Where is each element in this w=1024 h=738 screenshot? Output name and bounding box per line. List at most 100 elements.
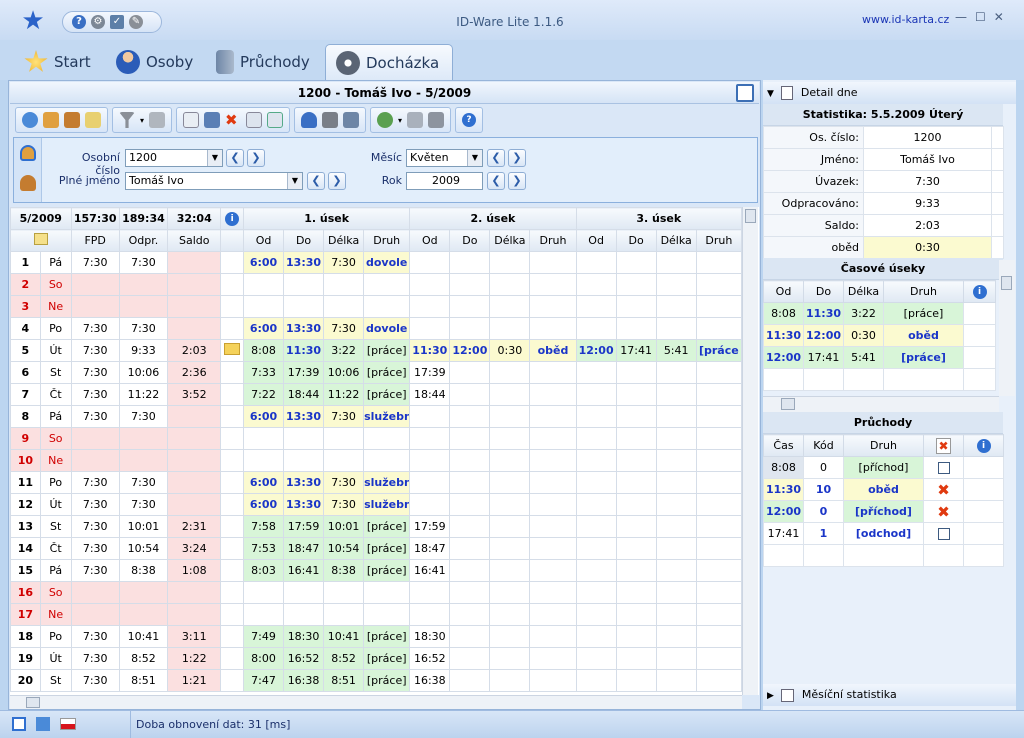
segment-cell[interactable] [615, 625, 657, 648]
segment-cell[interactable]: 18:30 [409, 625, 451, 648]
worked-cell[interactable] [118, 581, 169, 604]
saldo-cell[interactable] [167, 427, 222, 450]
segment-cell[interactable] [363, 295, 411, 318]
delete-icon[interactable]: ✖ [937, 481, 950, 499]
segment-cell[interactable] [323, 273, 365, 296]
segment-cell[interactable] [615, 405, 657, 428]
table-row[interactable]: 9 So [10, 427, 743, 450]
weekday-cell[interactable]: So [39, 273, 72, 296]
segment-cell[interactable]: 7:30 [323, 251, 365, 274]
star-app-icon[interactable]: ★ [18, 8, 48, 36]
table-row[interactable]: 1 Pá 7:30 7:30 6:00 13:30 7:30 dovole [10, 251, 743, 274]
saldo-cell[interactable] [167, 493, 222, 516]
personal-number-select[interactable]: 1200 ▼ [125, 149, 223, 167]
segment-row[interactable]: 8:08 11:30 3:22 [práce] [763, 302, 996, 325]
pass-row[interactable]: 12:00 0 [příchod] ✖ [763, 500, 1004, 523]
segment-cell[interactable] [489, 251, 531, 274]
saldo-cell[interactable] [167, 295, 222, 318]
saldo-cell[interactable] [167, 273, 222, 296]
saldo-cell[interactable]: 1:22 [167, 647, 222, 670]
info-header-cell[interactable]: i [963, 434, 1004, 457]
edit-icon[interactable] [183, 112, 200, 128]
fpd-cell[interactable] [70, 295, 120, 318]
day-number-cell[interactable]: 2 [10, 273, 41, 296]
segment-cell[interactable] [242, 427, 285, 450]
segment-cell[interactable] [489, 295, 531, 318]
segment-cell[interactable]: [práce] [363, 559, 411, 582]
segment-cell[interactable]: 13:30 [283, 493, 325, 516]
segment-cell[interactable] [242, 603, 285, 626]
weekday-cell[interactable]: Pá [39, 251, 72, 274]
segment-cell[interactable] [655, 317, 697, 340]
prev-year-button[interactable]: ❮ [487, 172, 505, 190]
segment-cell[interactable] [575, 669, 617, 692]
segment-cell[interactable] [575, 383, 617, 406]
scroll-thumb[interactable] [26, 697, 40, 708]
fpd-cell[interactable] [70, 581, 120, 604]
weekday-cell[interactable]: So [39, 427, 72, 450]
segment-cell[interactable] [529, 625, 577, 648]
full-name-select[interactable]: Tomáš Ivo ▼ [125, 172, 303, 190]
segment-cell[interactable] [655, 537, 697, 560]
segment-cell[interactable] [449, 669, 491, 692]
segment-cell[interactable] [655, 383, 697, 406]
fpd-cell[interactable] [70, 603, 120, 626]
weekday-cell[interactable]: St [39, 515, 72, 538]
segment-cell[interactable] [575, 581, 617, 604]
pass-mark-cell[interactable] [923, 456, 964, 479]
worked-cell[interactable]: 7:30 [118, 405, 169, 428]
wrench-icon[interactable]: ✎ [129, 15, 143, 29]
segment-cell[interactable] [575, 625, 617, 648]
tab-dochazka[interactable]: Docházka [325, 44, 453, 80]
worked-cell[interactable] [118, 427, 169, 450]
segment-cell[interactable] [283, 427, 325, 450]
saldo-cell[interactable] [167, 449, 222, 472]
month-select[interactable]: Květen ▼ [406, 149, 483, 167]
table-row[interactable]: 2 So [10, 273, 743, 296]
segment-cell[interactable] [615, 537, 657, 560]
saldo-cell[interactable]: 1:08 [167, 559, 222, 582]
segment-cell[interactable] [615, 383, 657, 406]
segment-cell[interactable] [489, 515, 531, 538]
segment-cell[interactable]: 18:44 [283, 383, 325, 406]
segment-cell[interactable]: 18:30 [283, 625, 325, 648]
segment-cell[interactable]: 13:30 [283, 405, 325, 428]
segment-cell[interactable] [529, 603, 577, 626]
segment-cell[interactable] [695, 273, 743, 296]
saldo-cell[interactable]: 3:11 [167, 625, 222, 648]
note-cell[interactable] [220, 581, 244, 604]
scroll-thumb[interactable] [745, 209, 756, 223]
saldo-cell[interactable]: 3:52 [167, 383, 222, 406]
saldo-cell[interactable] [167, 405, 222, 428]
segment-cell[interactable] [323, 581, 365, 604]
day-number-cell[interactable]: 6 [10, 361, 41, 384]
segment-cell[interactable]: 11:22 [323, 383, 365, 406]
segment-cell[interactable] [489, 317, 531, 340]
segment-cell[interactable] [615, 361, 657, 384]
segment-cell[interactable] [575, 361, 617, 384]
czech-flag-icon[interactable] [60, 718, 76, 730]
segment-cell[interactable] [529, 273, 577, 296]
fpd-cell[interactable] [70, 427, 120, 450]
fpd-cell[interactable]: 7:30 [70, 559, 120, 582]
segment-cell[interactable] [695, 669, 743, 692]
segment-cell[interactable] [529, 405, 577, 428]
segment-cell[interactable] [695, 515, 743, 538]
segment-cell[interactable] [283, 295, 325, 318]
segment-cell[interactable] [695, 581, 743, 604]
segment-cell[interactable]: [práce] [363, 383, 411, 406]
filter-icon[interactable] [119, 112, 135, 128]
help-icon[interactable]: ? [462, 113, 477, 127]
saldo-cell[interactable] [167, 581, 222, 604]
segment-cell[interactable] [655, 581, 697, 604]
segment-cell[interactable]: 13:30 [283, 317, 325, 340]
segment-cell[interactable] [363, 427, 411, 450]
network-icon[interactable] [36, 717, 50, 731]
note-cell[interactable] [220, 647, 244, 670]
segment-cell[interactable] [323, 603, 365, 626]
segment-cell[interactable]: 11:30 [803, 302, 844, 325]
segment-cell[interactable] [283, 273, 325, 296]
segment-cell[interactable] [283, 581, 325, 604]
segment-cell[interactable] [449, 317, 491, 340]
fpd-cell[interactable]: 7:30 [70, 515, 120, 538]
